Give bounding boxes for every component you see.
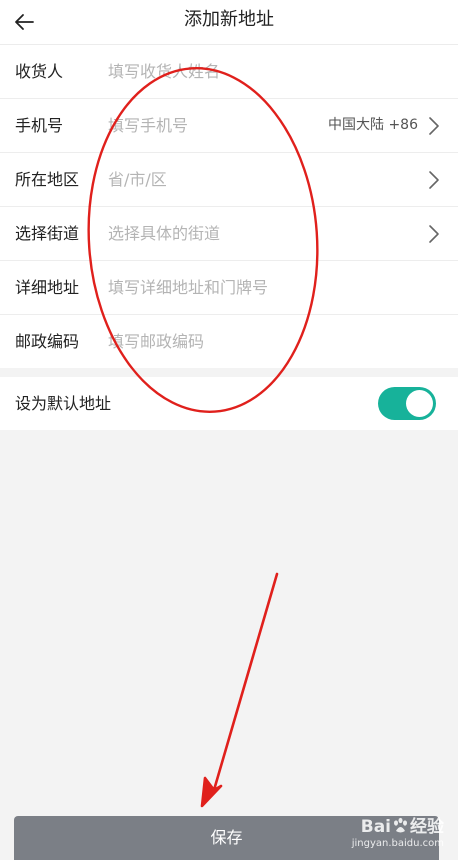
street-row[interactable]: 选择街道 选择具体的街道 xyxy=(0,207,458,261)
region-row[interactable]: 所在地区 省/市/区 xyxy=(0,153,458,207)
watermark: Bai 经验 jingyan.baidu.com xyxy=(352,816,444,850)
default-address-toggle[interactable] xyxy=(378,387,436,420)
postcode-input[interactable] xyxy=(108,328,318,355)
phone-input[interactable] xyxy=(108,112,318,139)
region-label: 所在地区 xyxy=(15,170,80,189)
address-input[interactable] xyxy=(108,274,318,301)
recipient-input[interactable] xyxy=(108,58,318,85)
chevron-right-icon[interactable] xyxy=(428,116,440,136)
watermark-url: jingyan.baidu.com xyxy=(351,838,444,849)
watermark-brand-right: 经验 xyxy=(410,817,444,837)
address-form: 收货人 手机号 中国大陆 +86 所在地区 省/市/区 选择街道 选择具体的街道… xyxy=(0,45,458,368)
street-value: 选择具体的街道 xyxy=(108,224,221,243)
watermark-brand-left: Bai xyxy=(360,817,391,837)
paw-icon xyxy=(394,817,407,833)
address-row: 详细地址 xyxy=(0,261,458,315)
header-bar: 添加新地址 xyxy=(0,0,458,45)
watermark-brand: Bai 经验 xyxy=(352,816,444,838)
toggle-knob xyxy=(406,390,433,417)
phone-label: 手机号 xyxy=(15,116,64,135)
recipient-row: 收货人 xyxy=(0,45,458,99)
default-address-label: 设为默认地址 xyxy=(15,394,112,413)
postcode-label: 邮政编码 xyxy=(15,332,80,351)
postcode-row: 邮政编码 xyxy=(0,315,458,368)
chevron-right-icon xyxy=(429,225,439,243)
phone-row: 手机号 中国大陆 +86 xyxy=(0,99,458,153)
region-value: 省/市/区 xyxy=(108,170,167,189)
address-label: 详细地址 xyxy=(15,278,80,297)
chevron-right-icon xyxy=(429,171,439,189)
page-title: 添加新地址 xyxy=(184,9,274,30)
country-code-selector[interactable]: 中国大陆 +86 xyxy=(328,99,418,152)
street-label: 选择街道 xyxy=(15,224,80,243)
annotation-arrow xyxy=(200,572,279,808)
recipient-label: 收货人 xyxy=(15,62,64,81)
